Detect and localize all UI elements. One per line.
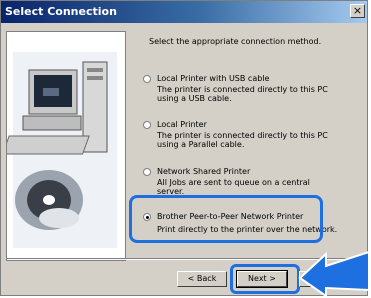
parallel-description: The printer is connected directly to thi… <box>157 131 328 149</box>
parallel-label: Local Printer <box>157 120 207 129</box>
selection-callout <box>129 195 323 243</box>
usb-label: Local Printer with USB cable <box>157 74 270 83</box>
shared-label: Network Shared Printer <box>157 167 251 176</box>
shared-radio[interactable] <box>143 168 151 176</box>
instruction-text: Select the appropriate connection method… <box>149 37 322 46</box>
shared-description: All Jobs are sent to queue on a central … <box>157 178 310 196</box>
usb-radio[interactable] <box>143 75 151 83</box>
close-button[interactable]: × <box>350 4 365 18</box>
parallel-radio[interactable] <box>143 121 151 129</box>
title-bar: Select Connection × <box>1 1 367 23</box>
back-button[interactable]: < Back <box>177 271 227 287</box>
usb-description: The printer is connected directly to thi… <box>157 85 328 103</box>
pointer-arrow-icon <box>298 250 370 296</box>
next-button[interactable]: Next > <box>236 270 288 288</box>
computer-illustration <box>6 31 126 261</box>
dialog-title: Select Connection <box>5 5 117 18</box>
